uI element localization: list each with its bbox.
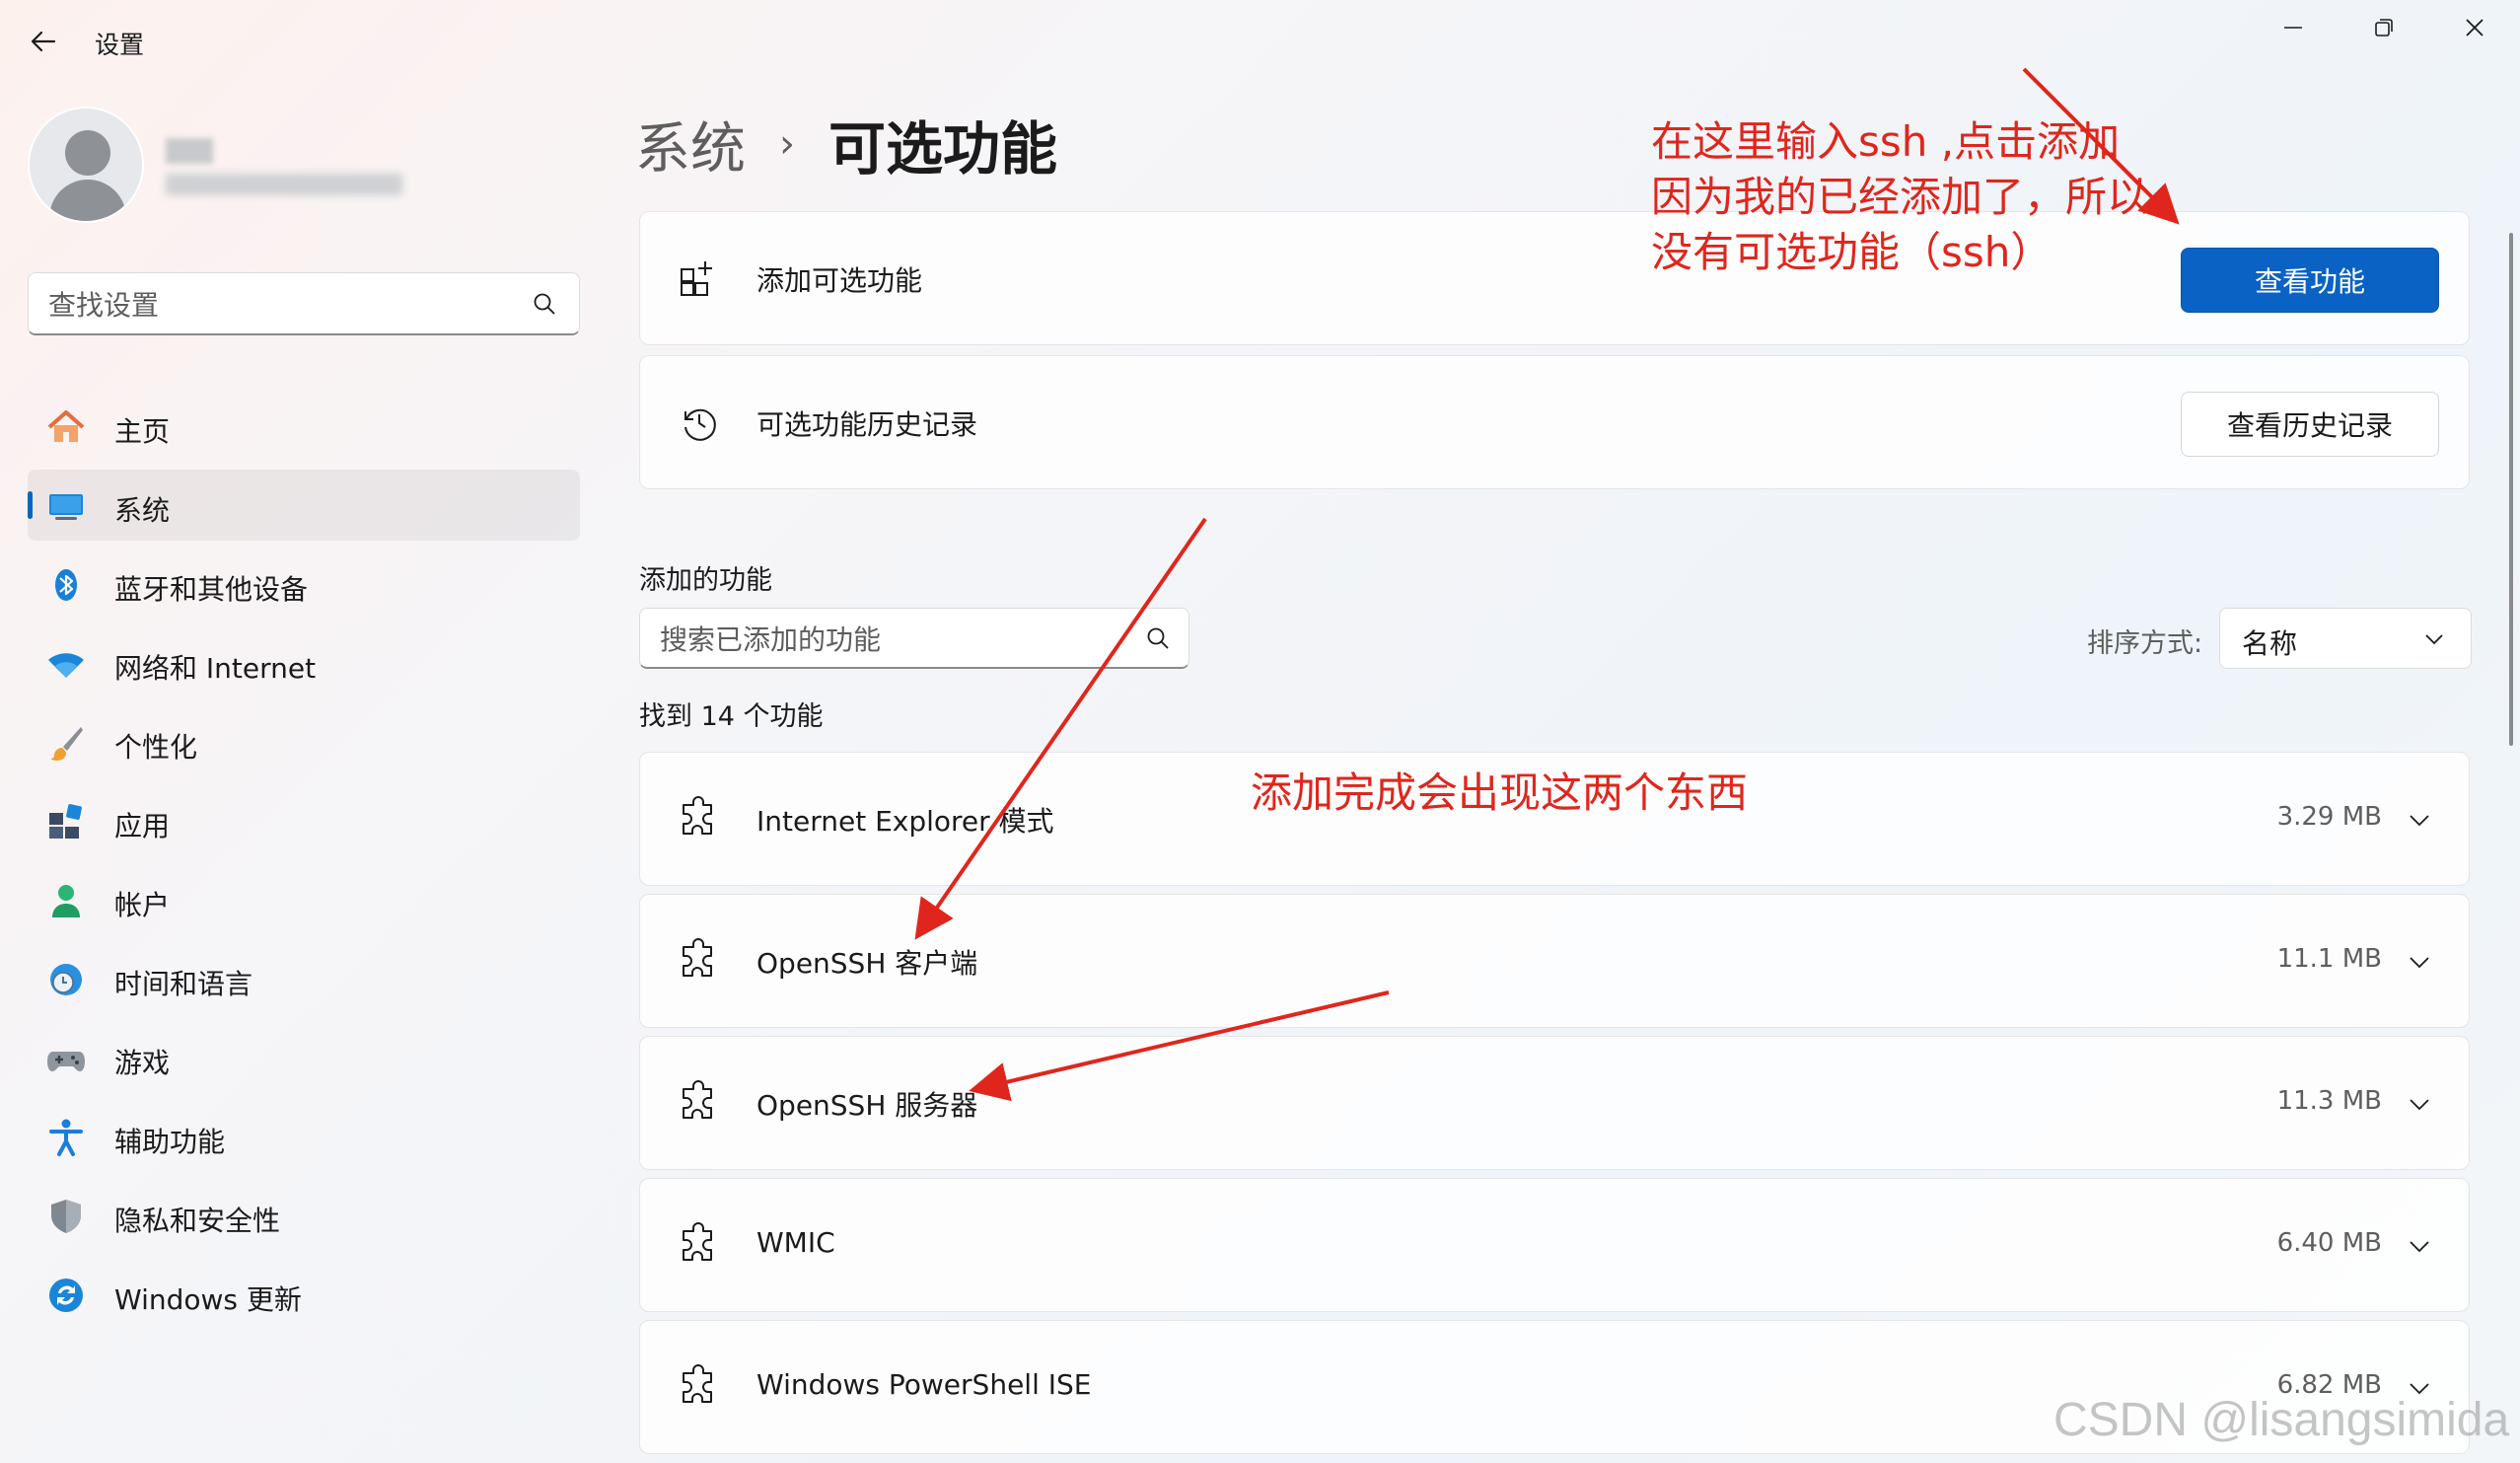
feature-row-openssh-client[interactable]: OpenSSH 客户端 11.1 MB [639, 894, 2470, 1028]
sort-dropdown[interactable]: 名称 [2219, 608, 2472, 669]
bluetooth-icon [55, 569, 77, 601]
sidebar-item-bluetooth[interactable]: 蓝牙和其他设备 [28, 549, 580, 620]
puzzle-icon [683, 938, 712, 977]
feature-row-wmic[interactable]: WMIC 6.40 MB [639, 1178, 2470, 1312]
add-optional-feature-label: 添加可选功能 [756, 264, 923, 297]
added-features-search-box[interactable] [639, 608, 1189, 669]
sort-value: 名称 [2242, 627, 2298, 660]
expand-button[interactable] [2400, 800, 2439, 840]
history-icon [684, 408, 716, 441]
title-bar: 设置 [0, 0, 2520, 79]
watermark: CSDN @lisangsimida [2053, 1394, 2510, 1446]
shield-icon [51, 1200, 81, 1233]
view-history-button[interactable]: 查看历史记录 [2181, 392, 2439, 457]
sidebar-item-accounts[interactable]: 帐户 [28, 864, 580, 935]
feature-history-label: 可选功能历史记录 [756, 408, 978, 441]
puzzle-icon [683, 796, 712, 835]
puzzle-icon [683, 1222, 712, 1261]
feature-count: 找到 14 个功能 [639, 701, 824, 732]
blurred-user-email [166, 174, 402, 195]
chevron-down-icon [2410, 1099, 2429, 1111]
search-icon[interactable] [1145, 625, 1171, 655]
sidebar-item-network[interactable]: 网络和 Internet [28, 627, 580, 698]
breadcrumb: 系统 › 可选功能 [635, 103, 1057, 185]
close-icon [2466, 19, 2484, 37]
page-scrollbar[interactable] [2509, 233, 2513, 746]
account-icon [52, 885, 80, 917]
breadcrumb-parent[interactable]: 系统 [635, 105, 746, 184]
close-button[interactable] [2430, 0, 2519, 55]
apps-icon [49, 804, 82, 839]
sidebar-item-home[interactable]: 主页 [28, 391, 580, 462]
app-title: 设置 [95, 31, 145, 59]
system-display-icon [49, 494, 83, 520]
sidebar-item-accessibility[interactable]: 辅助功能 [28, 1101, 580, 1172]
sidebar-item-gaming[interactable]: 游戏 [28, 1022, 580, 1093]
user-profile[interactable] [28, 107, 144, 223]
added-features-search-input[interactable] [660, 620, 1133, 659]
minimize-button[interactable] [2249, 0, 2338, 55]
add-grid-icon [681, 261, 712, 296]
expand-button[interactable] [2400, 1084, 2439, 1124]
chevron-down-icon [2410, 815, 2429, 827]
added-features-title: 添加的功能 [639, 565, 772, 596]
minimize-icon [2284, 27, 2302, 29]
sort-label: 排序方式: [2087, 628, 2203, 659]
sidebar-item-windows-update[interactable]: Windows 更新 [28, 1259, 580, 1330]
gamepad-icon [47, 1052, 85, 1071]
search-icon[interactable] [532, 291, 557, 321]
puzzle-icon [683, 1080, 712, 1119]
settings-search-box[interactable] [28, 272, 580, 335]
settings-search-input[interactable] [48, 285, 522, 325]
feature-history-card: 可选功能历史记录 查看历史记录 [639, 355, 2470, 489]
sidebar-nav: 主页 系统 蓝牙和其他设备 网络和 Internet 个性化 应用 帐户 时间和… [28, 391, 580, 1338]
paintbrush-icon [50, 727, 83, 762]
page-title: 可选功能 [828, 115, 1058, 183]
avatar [28, 107, 144, 223]
blurred-user-name [166, 138, 213, 164]
sidebar-item-apps[interactable]: 应用 [28, 785, 580, 856]
back-button[interactable] [22, 20, 65, 63]
expand-button[interactable] [2400, 1226, 2439, 1266]
feature-row-openssh-server[interactable]: OpenSSH 服务器 11.3 MB [639, 1036, 2470, 1170]
add-optional-feature-card: 添加可选功能 查看功能 [639, 211, 2470, 345]
restore-button[interactable] [2340, 0, 2428, 55]
home-icon [47, 410, 85, 442]
puzzle-icon [683, 1364, 712, 1403]
wifi-icon [48, 653, 84, 678]
sidebar-item-personalization[interactable]: 个性化 [28, 706, 580, 777]
accessibility-icon [49, 1119, 83, 1156]
sidebar-item-privacy[interactable]: 隐私和安全性 [28, 1180, 580, 1251]
chevron-down-icon [2410, 1241, 2429, 1253]
restore-icon [2375, 19, 2393, 37]
annotation-middle: 添加完成会出现这两个东西 [1251, 768, 1749, 817]
annotation-top-line-3: 没有可选功能（ssh） [1651, 228, 2052, 276]
breadcrumb-separator: › [779, 121, 795, 167]
chevron-down-icon [2425, 634, 2443, 645]
expand-button[interactable] [2400, 942, 2439, 982]
arrow-left-icon [31, 31, 56, 52]
annotation-top-line-1: 在这里输入ssh ,点击添加 [1651, 117, 2121, 166]
annotation-top-line-2: 因为我的已经添加了，所以 [1651, 173, 2149, 221]
time-language-icon [50, 964, 82, 995]
chevron-down-icon [2410, 957, 2429, 969]
sidebar-item-system[interactable]: 系统 [28, 470, 580, 541]
windows-update-icon [49, 1279, 83, 1312]
view-features-button[interactable]: 查看功能 [2181, 248, 2439, 313]
sidebar-item-time-language[interactable]: 时间和语言 [28, 943, 580, 1014]
